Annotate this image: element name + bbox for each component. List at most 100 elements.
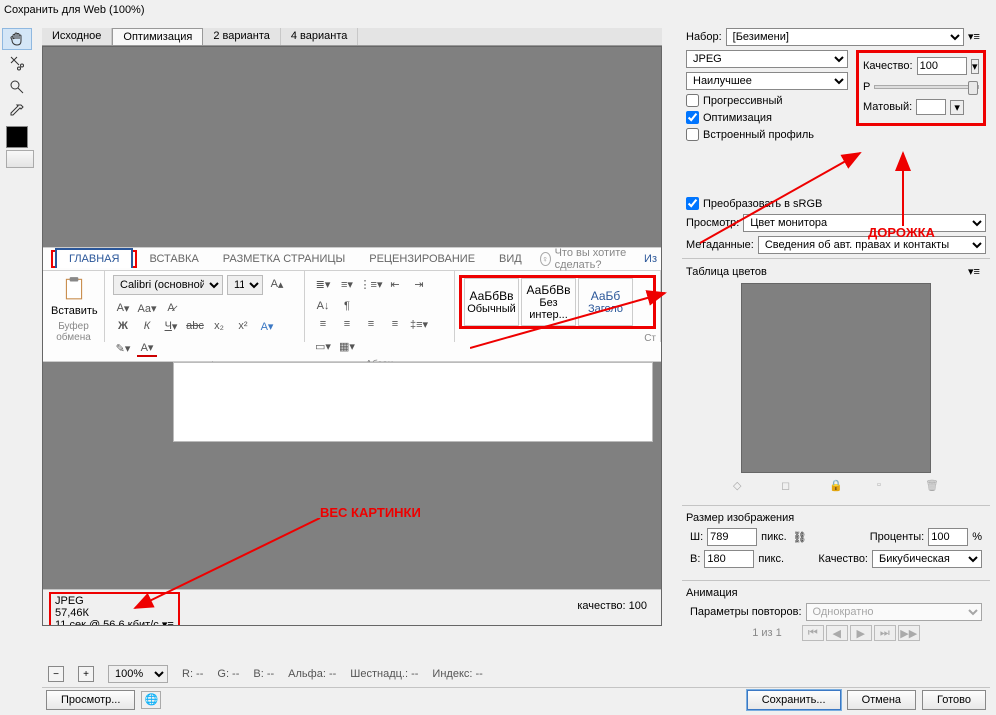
- outdent-icon[interactable]: ⇤: [385, 275, 405, 293]
- height-label: В:: [690, 553, 700, 565]
- colortable-menu-icon[interactable]: ▾≡: [968, 265, 986, 279]
- tab-optimized[interactable]: Оптимизация: [112, 28, 203, 45]
- strike-icon[interactable]: abc: [185, 317, 205, 335]
- preview-select[interactable]: Цвет монитора: [743, 214, 986, 232]
- anim-first-button: ⏮: [802, 625, 824, 641]
- slice-tool[interactable]: [2, 52, 32, 74]
- optimized-label: Оптимизация: [703, 112, 772, 124]
- height-unit: пикс.: [758, 553, 784, 565]
- hand-tool[interactable]: [2, 28, 32, 50]
- show-marks-icon[interactable]: ¶: [337, 297, 357, 315]
- slice-visibility-toggle[interactable]: [6, 150, 34, 168]
- style-nospacing[interactable]: АаБбВвБез интер...: [521, 278, 576, 326]
- info-time: 11 сек @ 56,6 кбит/с: [55, 619, 159, 626]
- colortable-title: Таблица цветов: [686, 266, 767, 278]
- multilevel-icon[interactable]: ⋮≡▾: [361, 275, 381, 293]
- shading-icon[interactable]: ▭▾: [313, 337, 333, 355]
- preset-menu-icon[interactable]: ▾≡: [968, 30, 986, 44]
- align-center-icon[interactable]: ≡: [337, 315, 357, 333]
- zoom-in-button[interactable]: +: [78, 666, 94, 682]
- borders-icon[interactable]: ▦▾: [337, 337, 357, 355]
- preview-button[interactable]: Просмотр...: [46, 690, 135, 710]
- line-spacing-icon[interactable]: ‡≡▾: [409, 315, 429, 333]
- bullets-icon[interactable]: ≣▾: [313, 275, 333, 293]
- numbering-icon[interactable]: ≡▾: [337, 275, 357, 293]
- eyedropper-tool[interactable]: [2, 100, 32, 122]
- ct-icon-new[interactable]: ▫: [877, 479, 891, 493]
- subscript-icon[interactable]: x₂: [209, 317, 229, 335]
- ct-icon-shift[interactable]: ◻: [781, 479, 795, 493]
- zoom-select[interactable]: 100%: [108, 665, 168, 683]
- browser-icon[interactable]: 🌐: [141, 691, 161, 709]
- style-heading[interactable]: АаБбЗаголо: [578, 278, 633, 326]
- ribbon-tab-insert[interactable]: ВСТАВКА: [137, 250, 210, 268]
- style-normal[interactable]: АаБбВвОбычный: [464, 278, 519, 326]
- shrink-font-icon[interactable]: A▾: [113, 299, 133, 317]
- font-color-icon[interactable]: A▾: [137, 339, 157, 357]
- preset-select[interactable]: [Безимени]: [726, 28, 964, 46]
- font-size-select[interactable]: 11: [227, 275, 263, 295]
- font-name-select[interactable]: Calibri (основной): [113, 275, 223, 295]
- width-input[interactable]: [707, 528, 757, 546]
- clear-format-icon[interactable]: A̷: [161, 299, 181, 317]
- done-button[interactable]: Готово: [922, 690, 986, 710]
- highlight-icon[interactable]: ✎▾: [113, 339, 133, 357]
- embed-profile-checkbox[interactable]: [686, 128, 699, 141]
- ribbon-tab-view[interactable]: ВИД: [487, 250, 534, 268]
- quality-input[interactable]: [917, 57, 967, 75]
- justify-icon[interactable]: ≡: [385, 315, 405, 333]
- color-table[interactable]: [741, 283, 931, 473]
- link-icon[interactable]: ⛓: [793, 531, 807, 544]
- info-menu-icon[interactable]: ▾≡: [162, 619, 174, 626]
- preview-canvas[interactable]: ГЛАВНАЯ ВСТАВКА РАЗМЕТКА СТРАНИЦЫ РЕЦЕНЗ…: [42, 46, 662, 626]
- tab-source[interactable]: Исходное: [42, 28, 112, 45]
- ribbon-tab-home[interactable]: ГЛАВНАЯ: [55, 248, 133, 268]
- optimized-checkbox[interactable]: [686, 111, 699, 124]
- tools-toolbar: [2, 28, 40, 168]
- align-right-icon[interactable]: ≡: [361, 315, 381, 333]
- zoom-tool[interactable]: [2, 76, 32, 98]
- indent-icon[interactable]: ⇥: [409, 275, 429, 293]
- ct-icon-delete[interactable]: 🗑: [925, 479, 939, 493]
- quality-preset-select[interactable]: Наилучшее: [686, 72, 848, 90]
- bold-icon[interactable]: Ж: [113, 317, 133, 335]
- preview-label: Просмотр:: [686, 217, 739, 229]
- tab-4up[interactable]: 4 варианта: [281, 28, 359, 45]
- matte-dropdown-icon[interactable]: ▾: [950, 100, 964, 115]
- cancel-button[interactable]: Отмена: [847, 690, 916, 710]
- percent-input[interactable]: [928, 528, 968, 546]
- preview-area: Исходное Оптимизация 2 варианта 4 вариан…: [42, 28, 662, 662]
- progressive-checkbox[interactable]: [686, 94, 699, 107]
- ribbon-tab-review[interactable]: РЕЦЕНЗИРОВАНИЕ: [357, 250, 487, 268]
- quality-dropdown-icon[interactable]: ▾: [971, 59, 979, 74]
- text-effect-icon[interactable]: A▾: [257, 317, 277, 335]
- eyedropper-color[interactable]: [6, 126, 28, 148]
- zoom-out-button[interactable]: −: [48, 666, 64, 682]
- loop-select: Однократно: [806, 603, 982, 621]
- save-button[interactable]: Сохранить...: [747, 690, 841, 710]
- bottom-bar: Просмотр... 🌐 Сохранить... Отмена Готово: [42, 687, 990, 711]
- superscript-icon[interactable]: x²: [233, 317, 253, 335]
- metadata-select[interactable]: Сведения об авт. правах и контакты: [758, 236, 986, 254]
- format-select[interactable]: JPEG: [686, 50, 848, 68]
- paste-icon[interactable]: [61, 275, 87, 301]
- matte-swatch[interactable]: [916, 99, 946, 115]
- quality-slider[interactable]: [874, 85, 979, 89]
- tab-2up[interactable]: 2 варианта: [203, 28, 281, 45]
- matte-label: Матовый:: [863, 101, 912, 113]
- italic-icon[interactable]: К: [137, 317, 157, 335]
- interp-select[interactable]: Бикубическая: [872, 550, 982, 568]
- height-input[interactable]: [704, 550, 754, 568]
- underline-icon[interactable]: Ч▾: [161, 317, 181, 335]
- align-left-icon[interactable]: ≡: [313, 315, 333, 333]
- grow-font-icon[interactable]: A▴: [267, 275, 287, 293]
- sort-icon[interactable]: A↓: [313, 297, 333, 315]
- tell-me-hint[interactable]: Что вы хотите сделать?: [555, 247, 644, 271]
- change-case-icon[interactable]: Aa▾: [137, 299, 157, 317]
- ct-icon-lock[interactable]: 🔒: [829, 479, 843, 493]
- readout-alpha: Альфа: --: [288, 668, 336, 680]
- ribbon-changes[interactable]: Из: [644, 253, 657, 265]
- ct-icon-spot[interactable]: ◇: [733, 479, 747, 493]
- ribbon-tab-layout[interactable]: РАЗМЕТКА СТРАНИЦЫ: [211, 250, 357, 268]
- srgb-checkbox[interactable]: [686, 197, 699, 210]
